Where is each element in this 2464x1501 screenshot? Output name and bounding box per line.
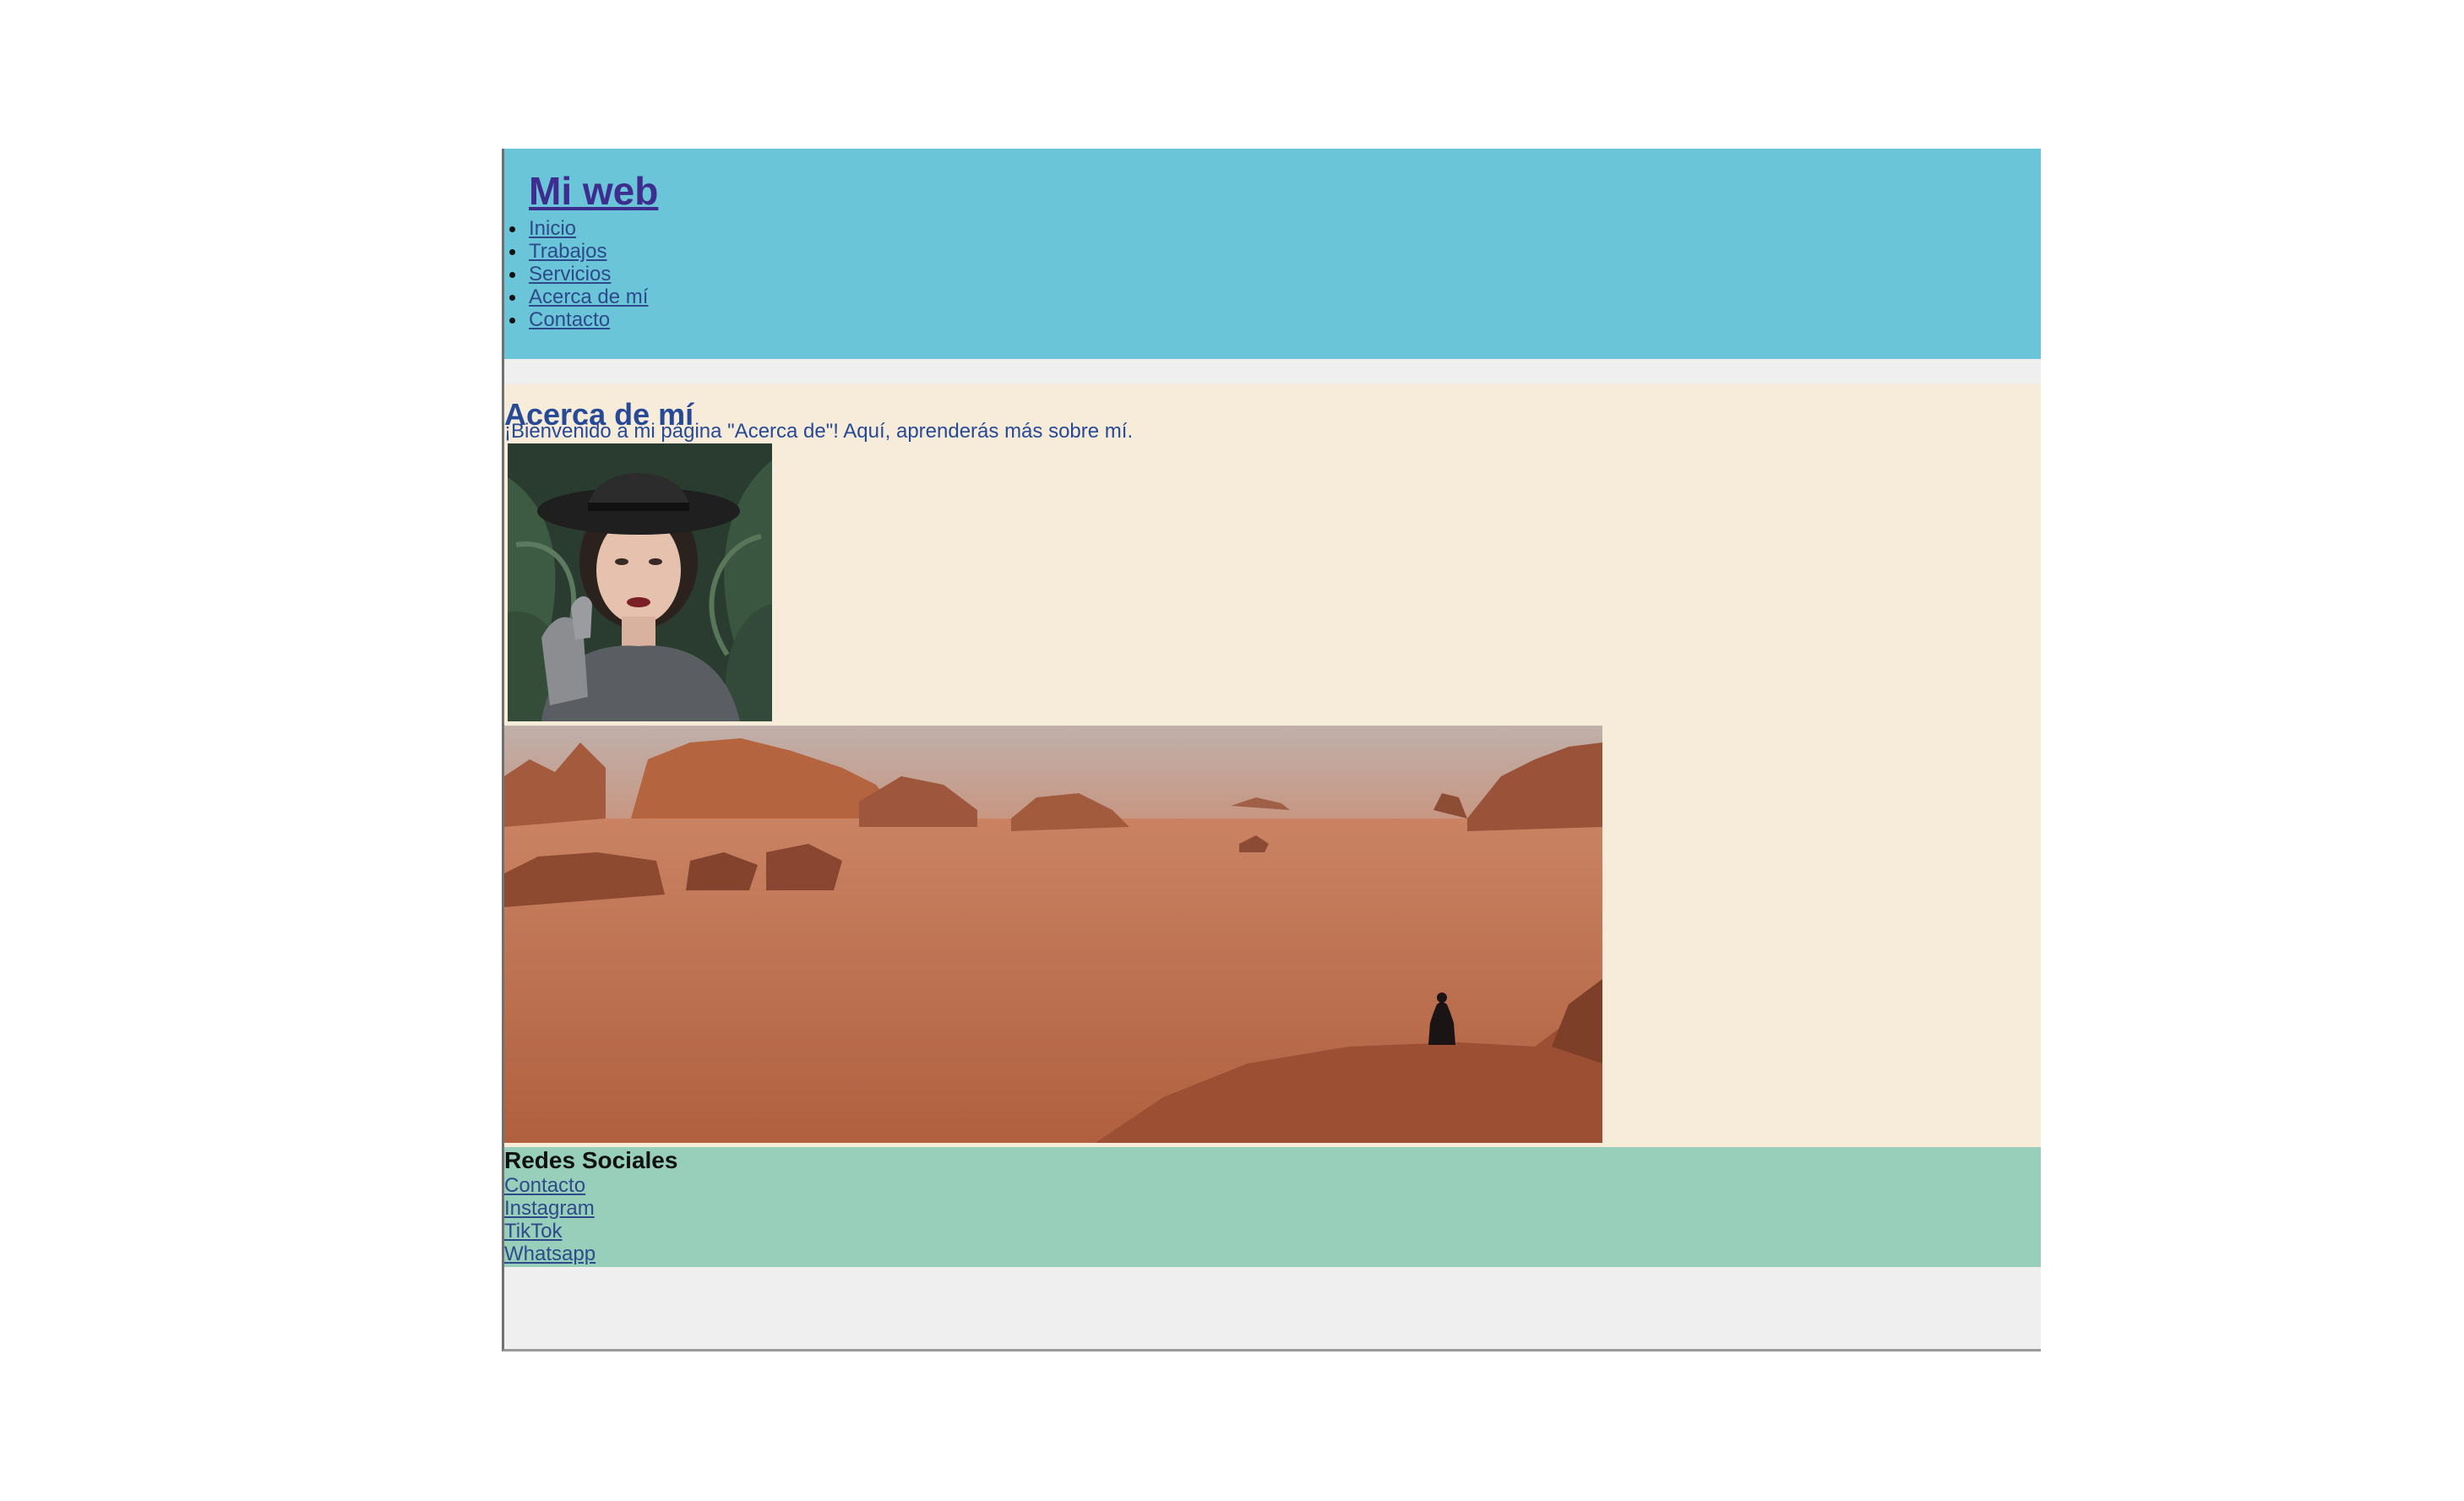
site-title-link[interactable]: Mi web xyxy=(529,170,658,213)
footer-link-instagram[interactable]: Instagram xyxy=(504,1197,595,1220)
nav-link-inicio[interactable]: Inicio xyxy=(529,217,576,240)
footer-item-contacto: Contacto xyxy=(504,1174,596,1197)
woman-in-black-hat-photo xyxy=(508,443,772,721)
about-section: Acerca de mí ¡Bienvenido a mi página "Ac… xyxy=(504,384,2041,1147)
welcome-text: ¡Bienvenido a mi página "Acerca de"! Aqu… xyxy=(504,420,1134,443)
nav-item-trabajos: Trabajos xyxy=(509,240,648,263)
social-footer: Redes Sociales Contacto Instagram TikTok… xyxy=(504,1147,2041,1267)
main-nav: Inicio Trabajos Servicios Acerca de mí C… xyxy=(509,217,648,331)
desert-landscape-image xyxy=(504,726,1602,1143)
footer-item-whatsapp: Whatsapp xyxy=(504,1243,596,1265)
footer-link-tiktok[interactable]: TikTok xyxy=(504,1220,562,1243)
nav-item-contacto: Contacto xyxy=(509,308,648,331)
nav-link-servicios[interactable]: Servicios xyxy=(529,263,611,286)
page-frame: Mi web Inicio Trabajos Servicios Acerca … xyxy=(502,149,2041,1351)
desert-landscape-photo xyxy=(504,726,1602,1143)
site-header: Mi web Inicio Trabajos Servicios Acerca … xyxy=(504,149,2041,359)
nav-link-acerca[interactable]: Acerca de mí xyxy=(529,286,648,308)
footer-item-instagram: Instagram xyxy=(504,1197,596,1220)
nav-item-acerca: Acerca de mí xyxy=(509,286,648,308)
social-links-list: Contacto Instagram TikTok Whatsapp xyxy=(504,1174,596,1265)
nav-link-trabajos[interactable]: Trabajos xyxy=(529,240,606,263)
nav-item-inicio: Inicio xyxy=(509,217,648,240)
footer-link-contacto[interactable]: Contacto xyxy=(504,1174,585,1197)
portrait-photo xyxy=(508,443,772,721)
footer-item-tiktok: TikTok xyxy=(504,1220,596,1243)
footer-link-whatsapp[interactable]: Whatsapp xyxy=(504,1243,596,1265)
nav-item-servicios: Servicios xyxy=(509,263,648,286)
nav-link-contacto[interactable]: Contacto xyxy=(529,308,610,331)
footer-title: Redes Sociales xyxy=(504,1147,678,1173)
